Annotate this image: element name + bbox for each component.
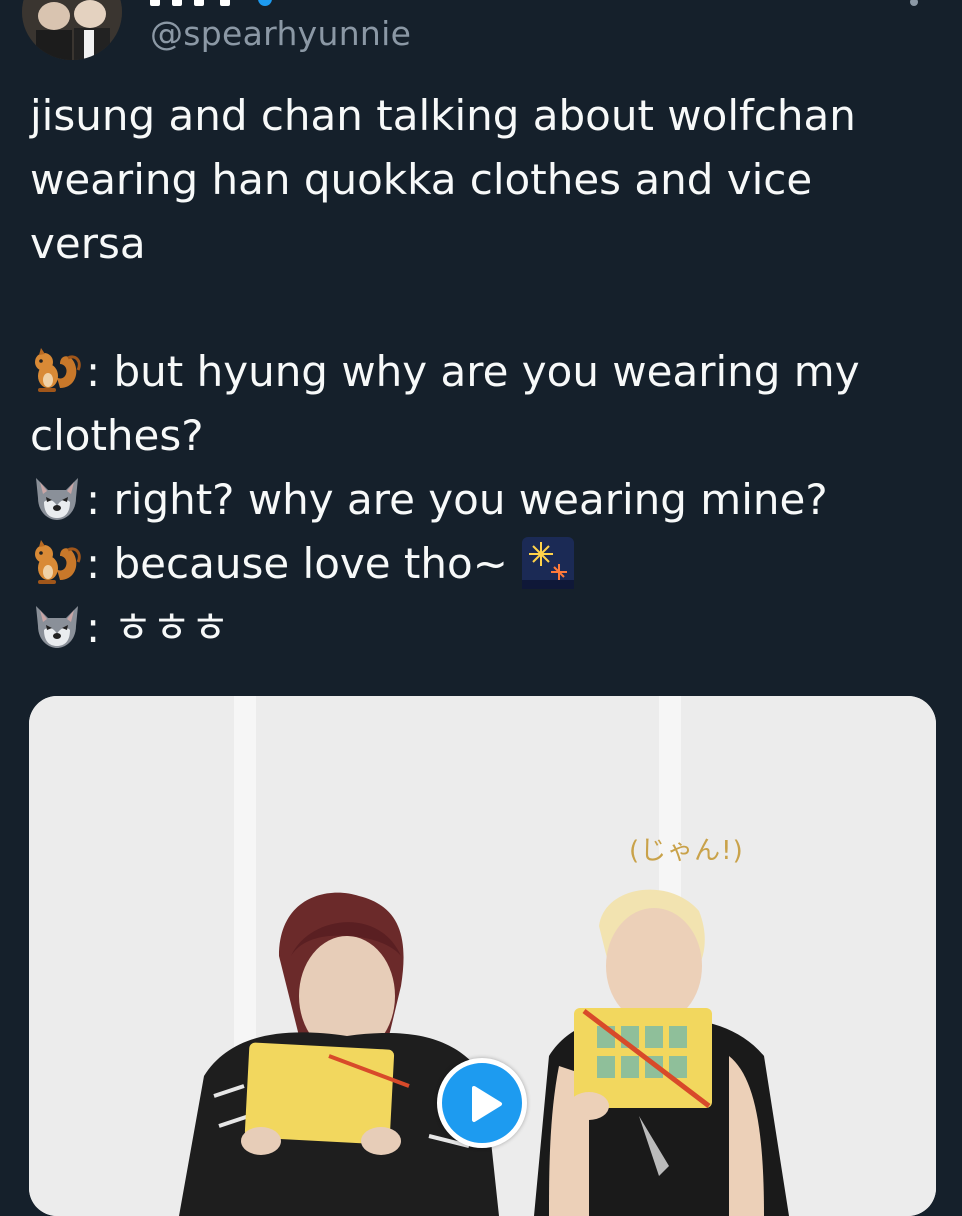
user-handle[interactable]: @spearhyunnie [150, 14, 411, 53]
tweet-text-line: versa [30, 219, 146, 268]
dialogue-line: clothes? [30, 411, 204, 460]
tweet-text-line: jisung and chan talking about wolfchan [30, 91, 856, 140]
squirrel-emoji-icon [30, 344, 84, 398]
tweet-text: jisung and chan talking about wolfchan w… [30, 84, 940, 660]
avatar[interactable] [22, 0, 122, 60]
dialogue-text: : but hyung why are you wearing my [86, 347, 860, 396]
video-caption-overlay: (じゃん!) [629, 836, 744, 866]
play-icon [472, 1086, 502, 1122]
dialogue-text: : because love tho~ [86, 539, 522, 588]
dialogue-line: : because love tho~ [30, 532, 940, 596]
dialogue-line: : but hyung why are you wearing my [30, 340, 940, 404]
wolf-emoji-icon [30, 472, 84, 526]
squirrel-emoji-icon [30, 536, 84, 590]
dialogue-line: : right? why are you wearing mine? [30, 468, 940, 532]
video-thumbnail[interactable]: (じゃん!) [29, 696, 936, 1216]
display-name-cutoff [150, 0, 270, 10]
wolf-emoji-icon [30, 600, 84, 654]
tweet-text-line: wearing han quokka clothes and vice [30, 155, 813, 204]
dialogue-text: : right? why are you wearing mine? [86, 475, 828, 524]
more-vertical-icon[interactable] [904, 0, 924, 22]
fireworks-emoji-icon [521, 536, 575, 590]
dialogue-line: : ㅎㅎㅎ [30, 596, 940, 660]
dialogue-text: : ㅎㅎㅎ [86, 603, 230, 652]
play-button[interactable] [437, 1058, 527, 1148]
